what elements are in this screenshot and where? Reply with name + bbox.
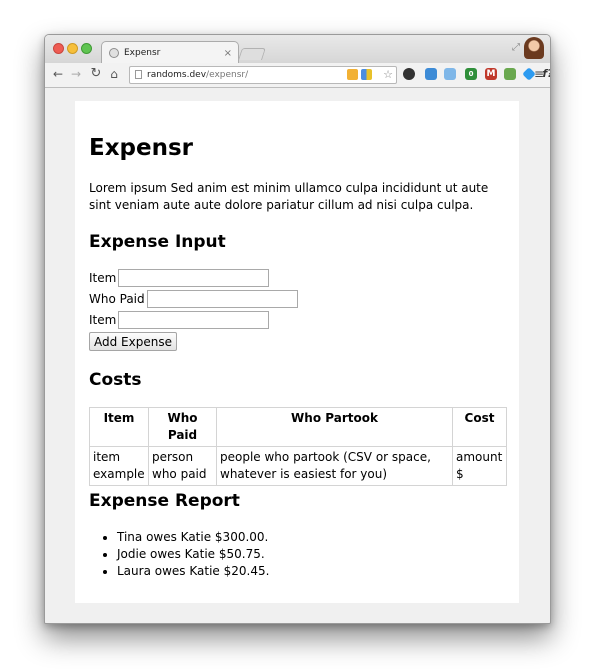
table-row: item example person who paid people who … — [89, 446, 507, 486]
tab-close-icon[interactable]: × — [224, 48, 232, 59]
page-body: Expensr Lorem ipsum Sed anim est minim u… — [75, 101, 519, 603]
item-row-second: Item — [89, 311, 270, 329]
add-expense-button[interactable]: Add Expense — [89, 332, 177, 351]
column-header-who-partook: Who Partook — [216, 407, 453, 447]
column-header-cost: Cost — [452, 407, 507, 447]
column-header-who-paid: Who Paid — [148, 407, 217, 447]
cell-who-paid: person who paid — [148, 446, 217, 486]
window-close-button[interactable] — [53, 43, 64, 54]
expense-report-heading: Expense Report — [89, 491, 240, 511]
browser-menu-icon[interactable]: ≡ — [534, 67, 544, 81]
browser-window: Expensr × ⤢ ← → ↻ ⌂ randoms.dev/expensr/… — [44, 34, 551, 624]
address-bar[interactable]: randoms.dev/expensr/ ☆ — [129, 66, 397, 84]
page-title: Expensr — [89, 135, 194, 161]
tab-title: Expensr — [124, 48, 161, 58]
reload-icon[interactable]: ↻ — [89, 67, 103, 81]
extension-leaf-icon[interactable] — [504, 68, 516, 80]
url-host: randoms.dev — [147, 70, 207, 80]
item-row: Item — [89, 269, 270, 287]
expense-input-heading: Expense Input — [89, 232, 226, 252]
expense-report-list: Tina owes Katie $300.00. Jodie owes Kati… — [89, 529, 269, 580]
extension-window-icon[interactable] — [444, 68, 456, 80]
url-text: randoms.dev/expensr/ — [147, 67, 248, 83]
extension-smiley-icon[interactable] — [347, 69, 358, 80]
list-item: Jodie owes Katie $50.75. — [117, 546, 269, 563]
page-icon — [135, 70, 142, 79]
tab-expensr[interactable]: Expensr × — [101, 41, 239, 64]
forward-arrow-icon[interactable]: → — [69, 67, 83, 81]
extension-palette-icon[interactable] — [361, 69, 372, 80]
item-label: Item — [89, 271, 117, 285]
intro-text: Lorem ipsum Sed anim est minim ullamco c… — [89, 181, 489, 212]
list-item: Laura owes Katie $20.45. — [117, 563, 269, 580]
costs-heading: Costs — [89, 370, 142, 390]
cell-cost: amount $ — [452, 446, 507, 486]
bookmark-star-icon[interactable]: ☆ — [383, 67, 393, 83]
cell-who-partook: people who partook (CSV or space, whatev… — [216, 446, 453, 486]
item-input[interactable] — [118, 269, 270, 287]
item-label-second: Item — [89, 313, 117, 327]
new-tab-button[interactable] — [238, 48, 266, 60]
extension-image-icon[interactable] — [425, 68, 437, 80]
cell-item: item example — [89, 446, 149, 486]
who-paid-row: Who Paid — [89, 290, 298, 308]
home-icon[interactable]: ⌂ — [107, 67, 121, 81]
extension-counter-icon[interactable]: 0 — [465, 68, 477, 80]
who-paid-input[interactable] — [146, 290, 298, 308]
tab-strip: Expensr × ⤢ — [45, 35, 550, 64]
profile-avatar[interactable] — [524, 37, 544, 59]
browser-toolbar: ← → ↻ ⌂ randoms.dev/expensr/ ☆ 0 M f? ≡ — [45, 63, 550, 88]
list-item: Tina owes Katie $300.00. — [117, 529, 269, 546]
gmail-extension-icon[interactable]: M — [485, 68, 497, 80]
window-maximize-button[interactable] — [81, 43, 92, 54]
extension-camera-icon[interactable] — [403, 68, 415, 80]
url-path: /expensr/ — [206, 70, 249, 80]
tab-favicon-icon — [109, 48, 119, 58]
page-viewport: Expensr Lorem ipsum Sed anim est minim u… — [45, 88, 550, 623]
column-header-item: Item — [89, 407, 149, 447]
back-arrow-icon[interactable]: ← — [51, 67, 65, 81]
costs-table: Item Who Paid Who Partook Cost item exam… — [89, 407, 507, 486]
who-paid-label: Who Paid — [89, 292, 145, 306]
costs-header-row: Item Who Paid Who Partook Cost — [89, 407, 507, 447]
fullscreen-icon[interactable]: ⤢ — [512, 42, 520, 53]
window-minimize-button[interactable] — [67, 43, 78, 54]
item-input-second[interactable] — [118, 311, 270, 329]
